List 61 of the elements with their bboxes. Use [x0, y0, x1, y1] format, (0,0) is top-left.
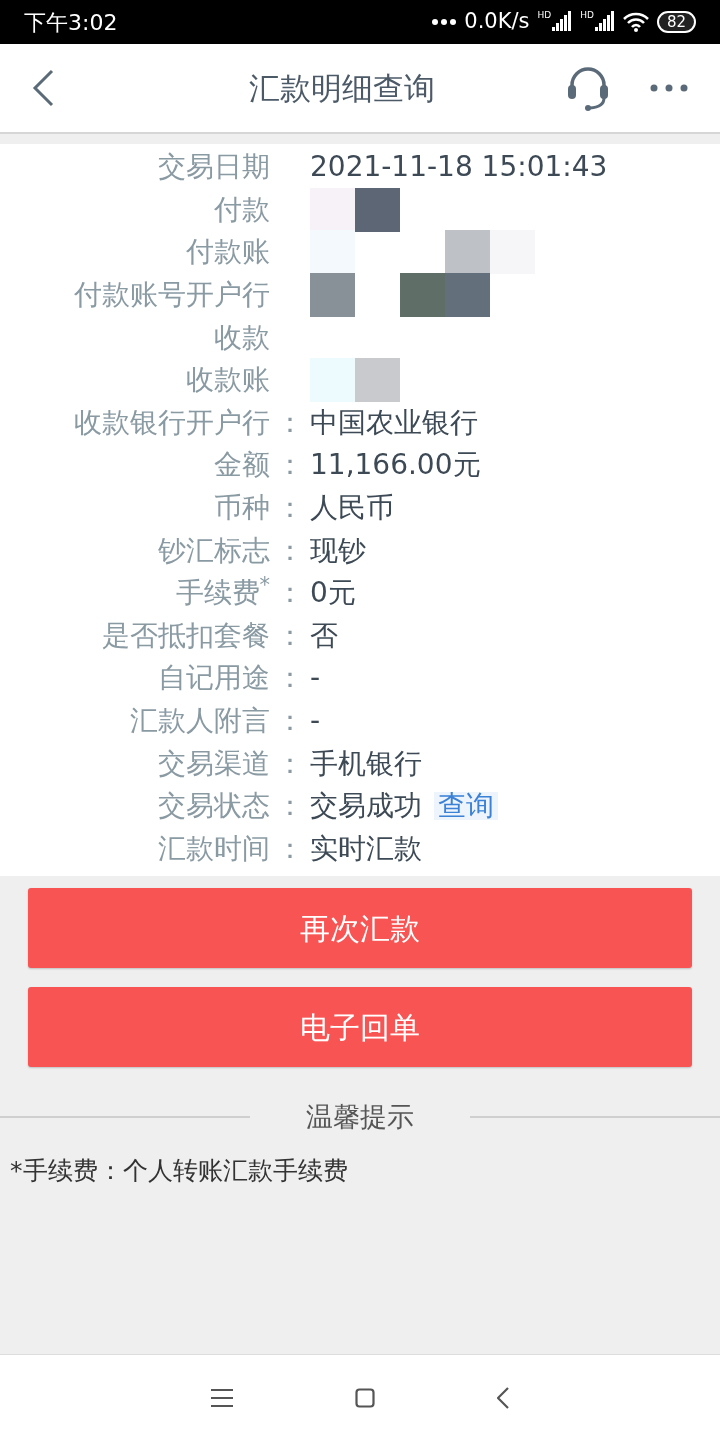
- page-title: 汇款明细查询: [249, 68, 435, 108]
- colon: ：: [276, 704, 304, 737]
- colon: ：: [276, 576, 304, 610]
- field-value: -: [310, 664, 321, 693]
- menu-icon[interactable]: [211, 1388, 233, 1407]
- network-speed: 0.0K/s: [464, 8, 530, 36]
- colon: ：: [276, 746, 304, 780]
- field-label: 币种: [214, 491, 270, 525]
- colon: ：: [276, 405, 304, 439]
- field-value: 交易成功: [310, 792, 422, 821]
- field-value: 0元: [310, 579, 356, 608]
- colon: ：: [276, 831, 304, 865]
- field-value: 人民币: [310, 494, 394, 523]
- field-label: 钞汇标志: [158, 533, 270, 567]
- more-icon[interactable]: [650, 84, 688, 92]
- home-icon[interactable]: [355, 1387, 375, 1408]
- colon: ：: [276, 789, 304, 823]
- field-value: 11,166.00元: [310, 451, 481, 480]
- field-label: 汇款人附言: [130, 704, 270, 737]
- field-label: 自记用途: [158, 661, 270, 695]
- field-value: 2021-11-18 15:01:43: [310, 153, 608, 182]
- field-label: 交易渠道: [158, 746, 270, 780]
- action-button[interactable]: 再次汇款: [28, 888, 692, 969]
- field-value: 现钞: [310, 536, 366, 565]
- field-label: 付款: [214, 192, 270, 226]
- field-label: 交易状态: [158, 789, 270, 823]
- colon: ：: [276, 491, 304, 525]
- hd-label: HD: [537, 11, 552, 20]
- signal-icon: [594, 11, 615, 33]
- field-label: 是否抵扣套餐: [102, 618, 270, 652]
- signal-icon: [552, 11, 573, 33]
- clock-time: 下午3:02: [24, 8, 118, 37]
- back-icon[interactable]: [32, 69, 54, 107]
- more-dots-icon: [432, 19, 457, 25]
- field-label: 付款账: [186, 235, 270, 269]
- field-value: 中国农业银行: [310, 408, 478, 437]
- back-nav-icon[interactable]: [497, 1386, 509, 1409]
- colon: ：: [276, 618, 304, 652]
- tips-title: 温馨提示: [305, 1100, 415, 1135]
- field-label: 汇款时间: [158, 831, 270, 865]
- field-label: 收款: [214, 320, 270, 354]
- field-label: 交易日期: [158, 150, 270, 184]
- query-link[interactable]: 查询: [434, 792, 498, 821]
- headset-icon[interactable]: [566, 65, 610, 111]
- field-value: -: [310, 707, 321, 735]
- colon: ：: [276, 448, 304, 482]
- field-value: 实时汇款: [310, 834, 422, 863]
- hd-label: HD: [580, 11, 594, 20]
- tip-text: *手续费：个人转账汇款手续费: [9, 1154, 349, 1187]
- field-label: 手续费$^{*}$: [175, 576, 270, 610]
- colon: ：: [276, 533, 304, 567]
- action-button[interactable]: 电子回单: [28, 987, 692, 1068]
- field-label: 收款账: [186, 363, 270, 397]
- battery-indicator: 82: [656, 11, 696, 33]
- field-value: 手机银行: [310, 749, 422, 778]
- field-value: 否: [310, 621, 338, 650]
- colon: ：: [276, 661, 304, 695]
- field-label: 付款账号开户行: [74, 278, 270, 312]
- field-label: 金额: [214, 448, 270, 482]
- field-label: 收款银行开户行: [74, 405, 270, 439]
- wifi-icon: [622, 12, 649, 32]
